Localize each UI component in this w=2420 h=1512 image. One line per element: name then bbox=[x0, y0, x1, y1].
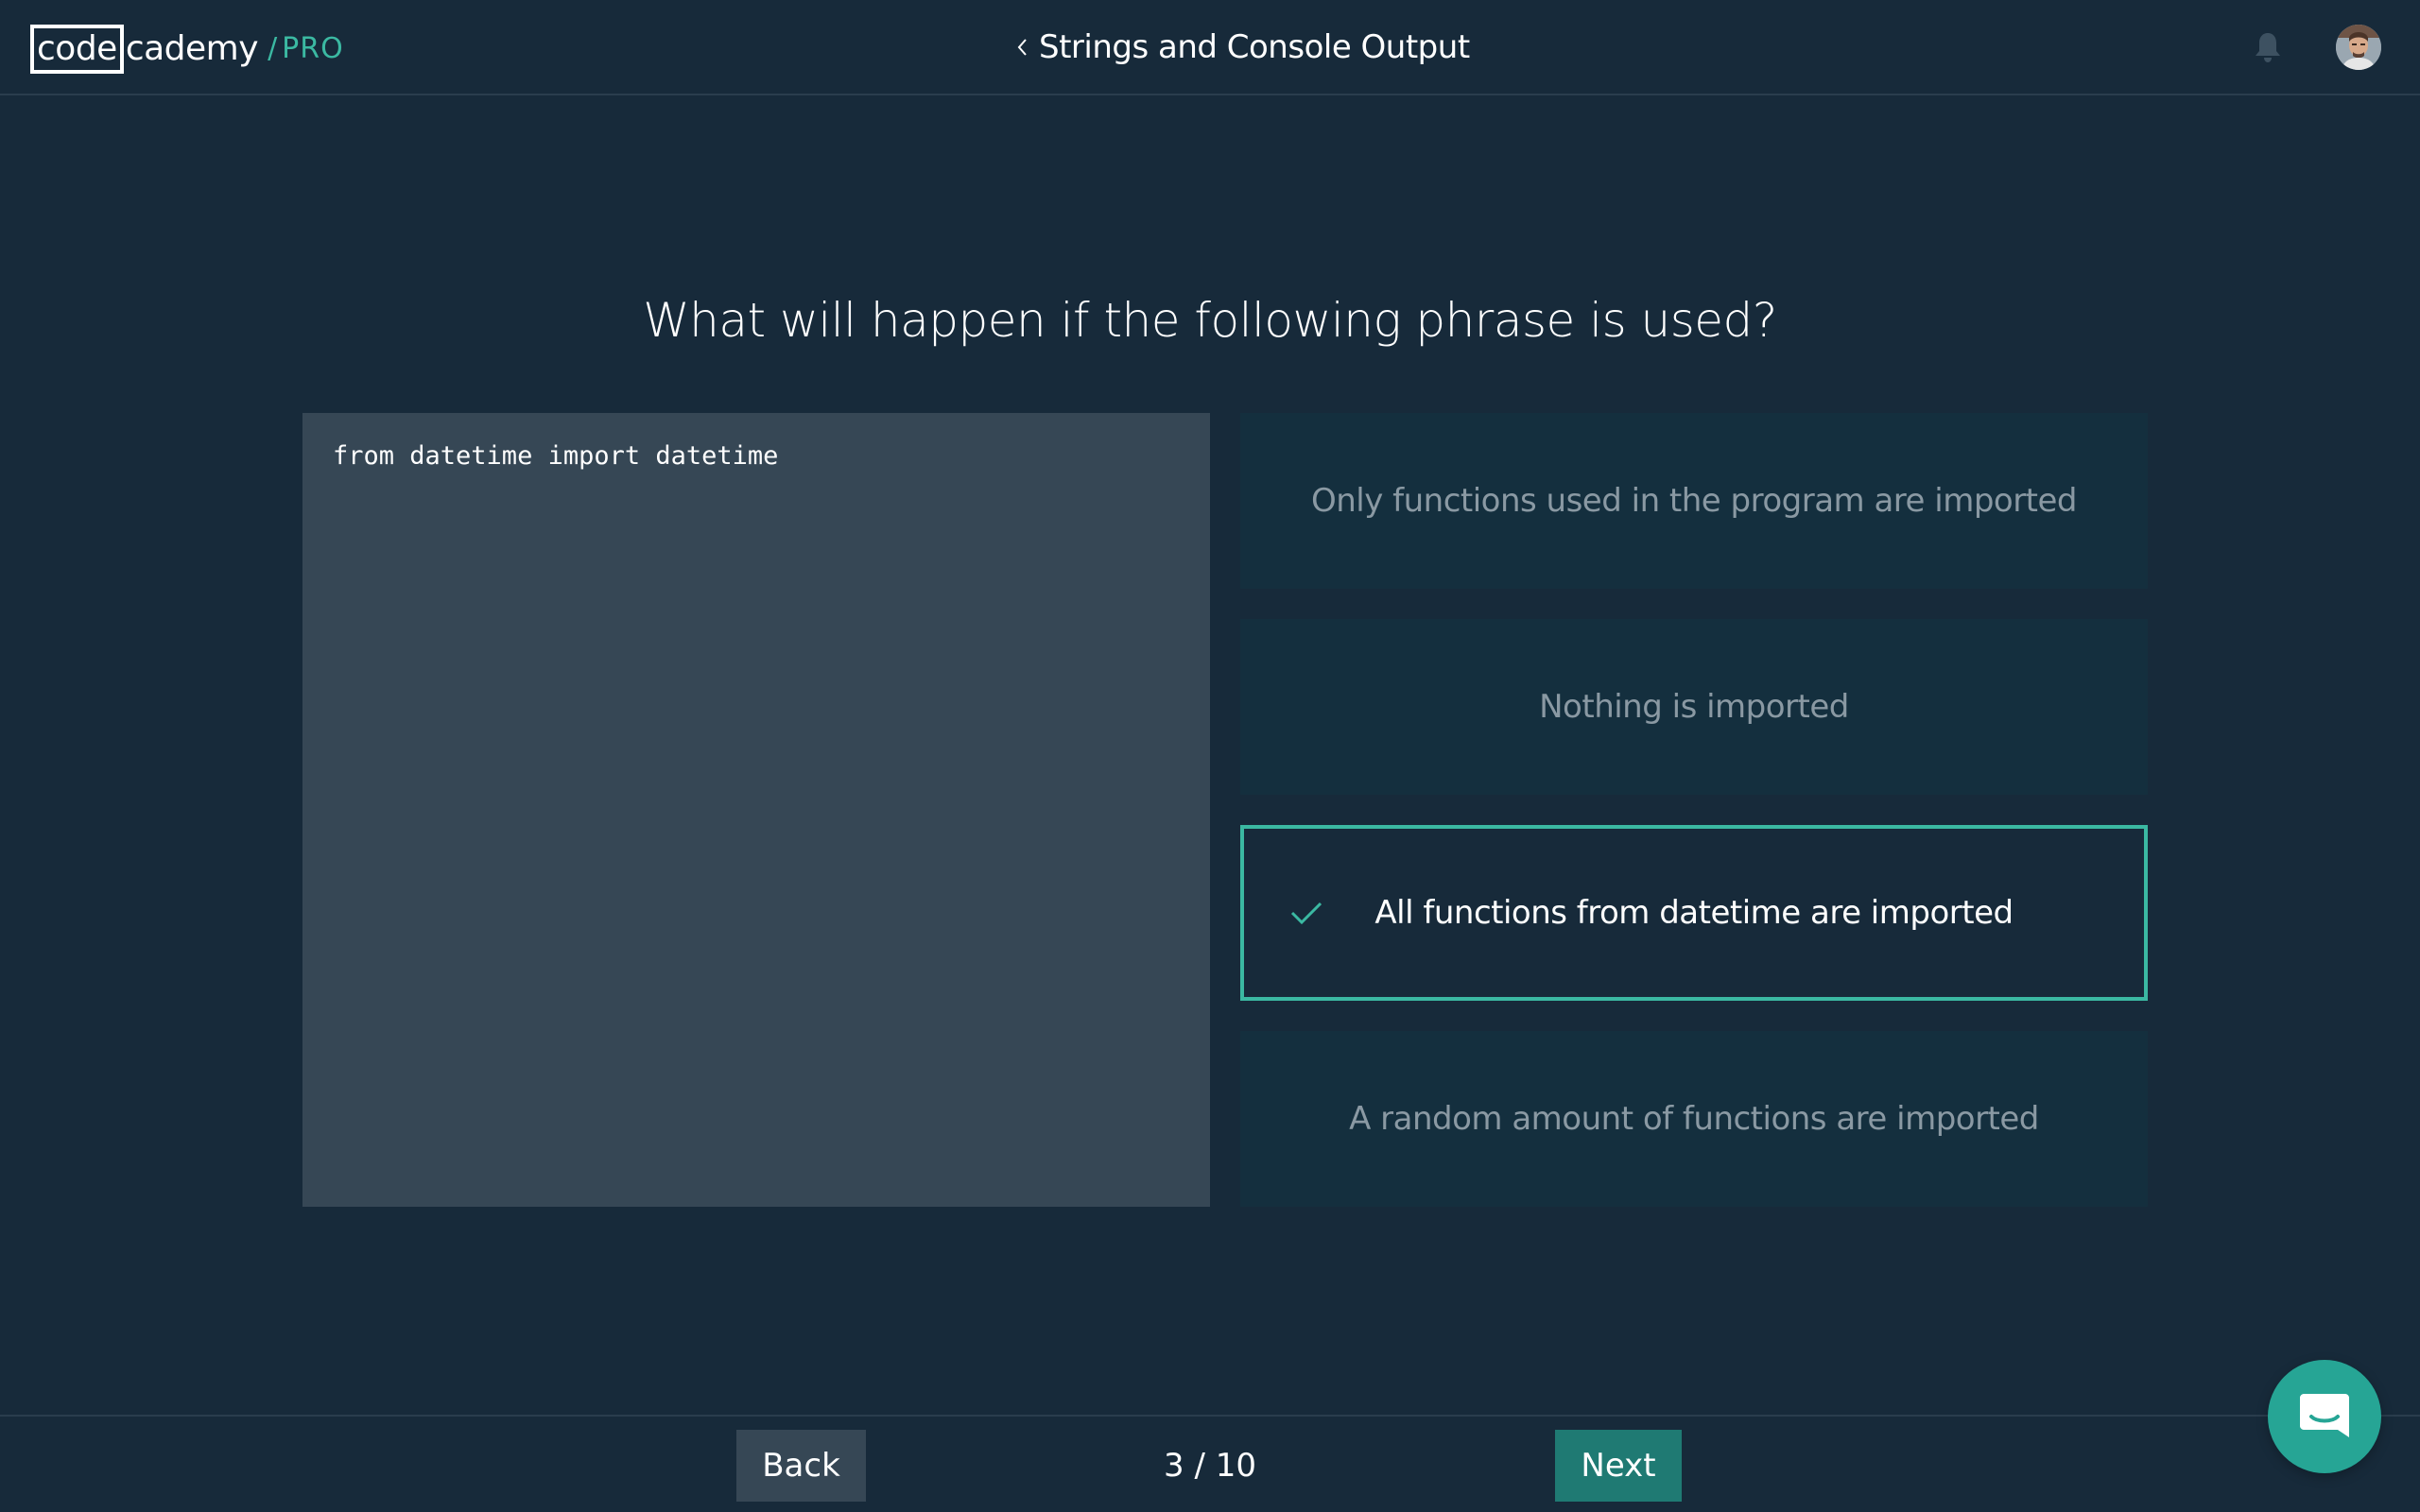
logo-slash: / bbox=[268, 32, 279, 65]
answer-option-label: A random amount of functions are importe… bbox=[1349, 1100, 2039, 1138]
chat-launcher-button[interactable] bbox=[2268, 1360, 2381, 1473]
code-line: from datetime import datetime bbox=[333, 441, 779, 471]
answer-option-4[interactable]: A random amount of functions are importe… bbox=[1240, 1031, 2148, 1207]
logo-pro-text: PRO bbox=[282, 32, 344, 65]
code-snippet-panel: from datetime import datetime bbox=[302, 413, 1210, 1207]
answer-option-3-selected[interactable]: All functions from datetime are imported bbox=[1240, 825, 2148, 1001]
question-text: What will happen if the following phrase… bbox=[643, 293, 1777, 348]
check-icon bbox=[1290, 902, 1322, 925]
question-progress: 3 / 10 bbox=[1164, 1447, 1256, 1485]
answer-option-1[interactable]: Only functions used in the program are i… bbox=[1240, 413, 2148, 589]
top-nav: code cademy / PRO Strings and Console Out… bbox=[0, 0, 2420, 95]
chat-bubble-icon bbox=[2300, 1394, 2349, 1437]
quiz-app: code cademy / PRO Strings and Console Out… bbox=[0, 0, 2420, 1512]
back-button[interactable]: Back bbox=[736, 1430, 866, 1502]
lesson-title: Strings and Console Output bbox=[1039, 28, 1470, 66]
quiz-footer: Back 3 / 10 Next bbox=[0, 1415, 2420, 1512]
logo-code-box: code bbox=[30, 25, 124, 74]
logo-cademy: cademy bbox=[125, 29, 259, 68]
bell-icon[interactable] bbox=[2253, 30, 2283, 64]
answer-option-label: All functions from datetime are imported bbox=[1374, 894, 2014, 932]
chevron-left-icon bbox=[1017, 39, 1027, 56]
next-button[interactable]: Next bbox=[1555, 1430, 1682, 1502]
user-avatar[interactable] bbox=[2336, 25, 2381, 70]
answer-option-2[interactable]: Nothing is imported bbox=[1240, 619, 2148, 795]
avatar-photo-icon bbox=[2336, 25, 2381, 70]
codecademy-pro-logo[interactable]: code cademy / PRO bbox=[30, 23, 344, 74]
lesson-breadcrumb[interactable]: Strings and Console Output bbox=[1016, 23, 1470, 72]
logo-pro-badge: / PRO bbox=[268, 25, 344, 74]
answer-option-label: Only functions used in the program are i… bbox=[1310, 482, 2078, 520]
answer-option-label: Nothing is imported bbox=[1539, 688, 1849, 726]
